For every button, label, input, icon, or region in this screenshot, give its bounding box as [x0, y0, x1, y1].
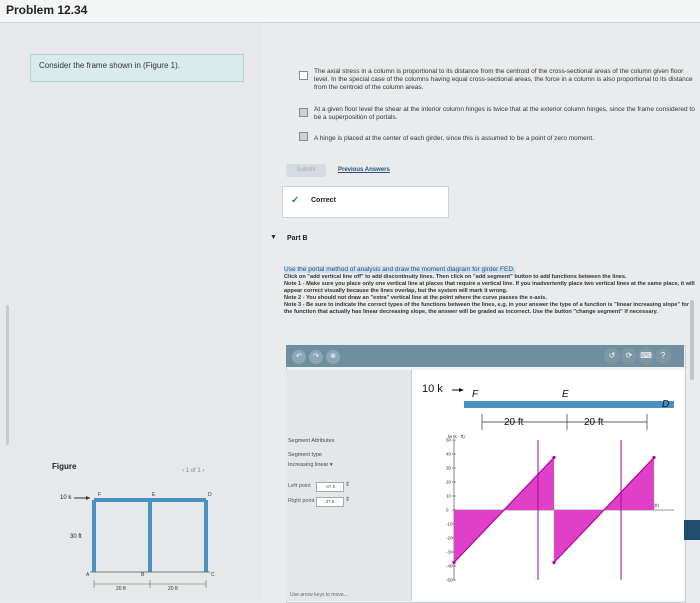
moment-point[interactable]	[552, 455, 556, 460]
fig-node-d: D	[208, 492, 212, 498]
right-point-spinner[interactable]: ⇕	[345, 496, 350, 503]
reset-icon[interactable]: ↺	[604, 348, 620, 364]
previous-answers-link[interactable]: Previous Answers	[338, 167, 390, 173]
fig-node-b: B	[141, 572, 145, 578]
left-point-label: Left point	[288, 483, 311, 489]
left-point-spinner[interactable]: ⇕	[345, 481, 350, 488]
collapse-caret-icon[interactable]: ▼	[270, 234, 277, 241]
fig-node-e: E	[152, 492, 156, 498]
node-e-text: E	[562, 389, 569, 400]
option-1-checkbox[interactable]	[299, 71, 308, 80]
option-1-text: The axial stress in a column is proporti…	[314, 68, 693, 91]
help-icon[interactable]: ?	[655, 348, 671, 364]
span-2-text: 20 ft	[584, 417, 604, 428]
moment-diagram-canvas[interactable]: 10 k F E D 20 ft 20 ft M (k · ft) x (ft)…	[412, 370, 684, 601]
segment-type-text: Increasing linear	[288, 462, 329, 468]
y-tick-label: 10	[446, 494, 452, 499]
option-2-text: At a given floor level the shear at the …	[314, 106, 695, 121]
moment-point[interactable]	[452, 560, 456, 565]
option-2-checkbox[interactable]	[299, 108, 308, 117]
node-f-text: F	[472, 389, 479, 400]
segment-type-label: Segment type	[288, 452, 322, 458]
part-b-instructions: Click on "add vertical line off" to add …	[284, 274, 695, 315]
right-point-label: Right point	[288, 498, 315, 504]
segment-type-value[interactable]: Increasing linear ▾	[288, 462, 333, 468]
fig-node-a: A	[86, 572, 90, 578]
bottom-text-fragment: Use arrow keys to move...	[290, 592, 348, 598]
y-tick-label: 30	[446, 466, 452, 471]
beam-girder	[464, 401, 674, 408]
node-d-text: D	[662, 399, 669, 410]
part-b-question: Use the portal method of analysis and dr…	[284, 266, 515, 273]
prompt-text: Consider the frame shown in (Figure 1).	[39, 61, 180, 70]
fig-load-text: 10 k	[60, 495, 72, 501]
keyboard-icon[interactable]: ⌨	[638, 348, 654, 364]
segment-attributes-title: Segment Attributes	[288, 438, 335, 444]
y-tick-label: -50	[446, 578, 453, 583]
moment-point[interactable]	[652, 455, 656, 460]
y-tick-label: -30	[446, 550, 453, 555]
fig-span2-text: 20 ft	[168, 586, 178, 592]
y-tick-label: -10	[446, 522, 453, 527]
delete-icon[interactable]: ⊗	[326, 350, 340, 364]
option-3-checkbox[interactable]	[299, 132, 308, 141]
problem-header: Problem 12.34	[0, 0, 700, 23]
feedback-status: Correct	[311, 197, 336, 204]
left-scrollbar[interactable]	[6, 305, 9, 445]
fig-height-text: 30 ft	[70, 534, 82, 540]
y-tick-label: -20	[446, 536, 453, 541]
right-scrollbar[interactable]	[690, 300, 694, 380]
problem-title: Problem 12.34	[6, 3, 88, 17]
y-tick-label: -40	[446, 564, 453, 569]
figure-pager[interactable]: ‹ 1 of 1 ›	[182, 468, 204, 474]
y-tick-label: 50	[446, 438, 452, 443]
checkmark-icon: ✓	[291, 195, 300, 206]
feedback-box: ✓ Correct	[282, 186, 449, 218]
part-b-label[interactable]: Part B	[287, 235, 308, 242]
fig-span1-text: 20 ft	[116, 586, 126, 592]
y-tick-label: 40	[446, 452, 452, 457]
option-3-text: A hinge is placed at the center of each …	[314, 135, 595, 142]
redo-icon[interactable]: ↷	[309, 350, 323, 364]
right-point-input[interactable]: 37.5	[316, 497, 344, 507]
problem-prompt: Consider the frame shown in (Figure 1).	[30, 54, 244, 82]
refresh-icon[interactable]: ⟳	[621, 348, 637, 364]
moment-point[interactable]	[552, 560, 556, 565]
pager-text: 1 of 1	[185, 468, 201, 474]
submit-button[interactable]: Submit	[286, 164, 326, 177]
y-tick-label: 20	[446, 480, 452, 485]
fig-node-f: F	[98, 492, 101, 498]
side-widget[interactable]	[684, 520, 700, 540]
fig-node-c: C	[211, 572, 215, 578]
left-point-input[interactable]: -37.5	[316, 482, 344, 492]
undo-icon[interactable]: ↶	[292, 350, 306, 364]
figure-label: Figure	[52, 462, 77, 471]
span-1-text: 20 ft	[504, 417, 524, 428]
frame-figure: 10 k 30 ft 20 ft 20 ft F E D A B C	[60, 492, 215, 592]
beam-load-text: 10 k	[422, 383, 443, 395]
